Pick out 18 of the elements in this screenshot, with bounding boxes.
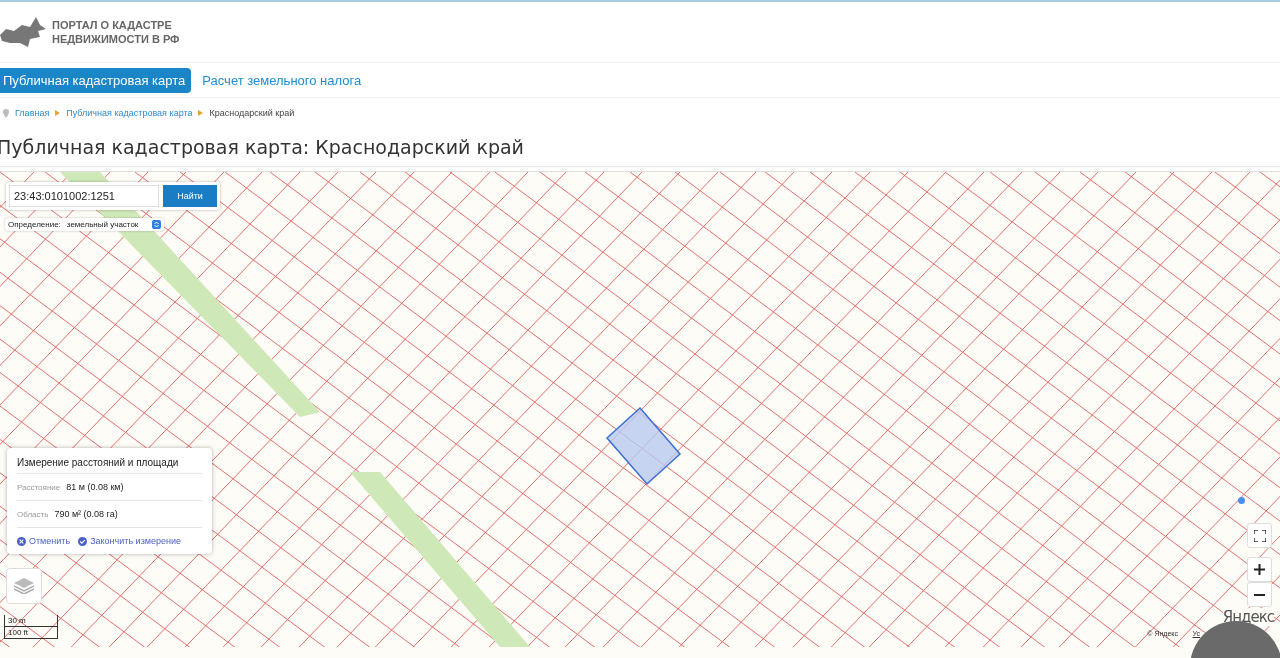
breadcrumb-current: Краснодарский край	[209, 108, 295, 118]
nav-tab[interactable]: Публичная кадастровая карта	[0, 67, 192, 93]
measure-label: Расстояние	[17, 482, 61, 492]
portal-logo-text: ПОРТАЛ О КАДАСТРЕ НЕДВИЖИМОСТИ В РФ	[52, 18, 180, 46]
finish-link[interactable]: Закончить измерение	[78, 536, 181, 546]
find-button[interactable]: Найти	[163, 185, 217, 207]
cadastral-number-field[interactable]: 23:43:0101002:1251	[9, 185, 159, 207]
definition-select[interactable]: земельный участок	[66, 220, 162, 229]
definition-label: Определение:	[8, 220, 61, 229]
measure-label: Область	[17, 509, 49, 519]
measure-value: 81 м (0.08 км)	[66, 482, 124, 492]
nav-tab[interactable]: Расчет земельного налога	[199, 67, 365, 93]
breadcrumb-link[interactable]: Главная	[15, 108, 50, 118]
cancel-link[interactable]: Отменить	[17, 536, 71, 546]
measure-value: 790 м² (0.08 га)	[54, 509, 118, 519]
measure-title: Измерение расстояний и площади	[17, 452, 202, 474]
scale-bar: 30 m 100 ft	[4, 615, 58, 639]
breadcrumb-link[interactable]: Публичная кадастровая карта	[66, 108, 193, 118]
